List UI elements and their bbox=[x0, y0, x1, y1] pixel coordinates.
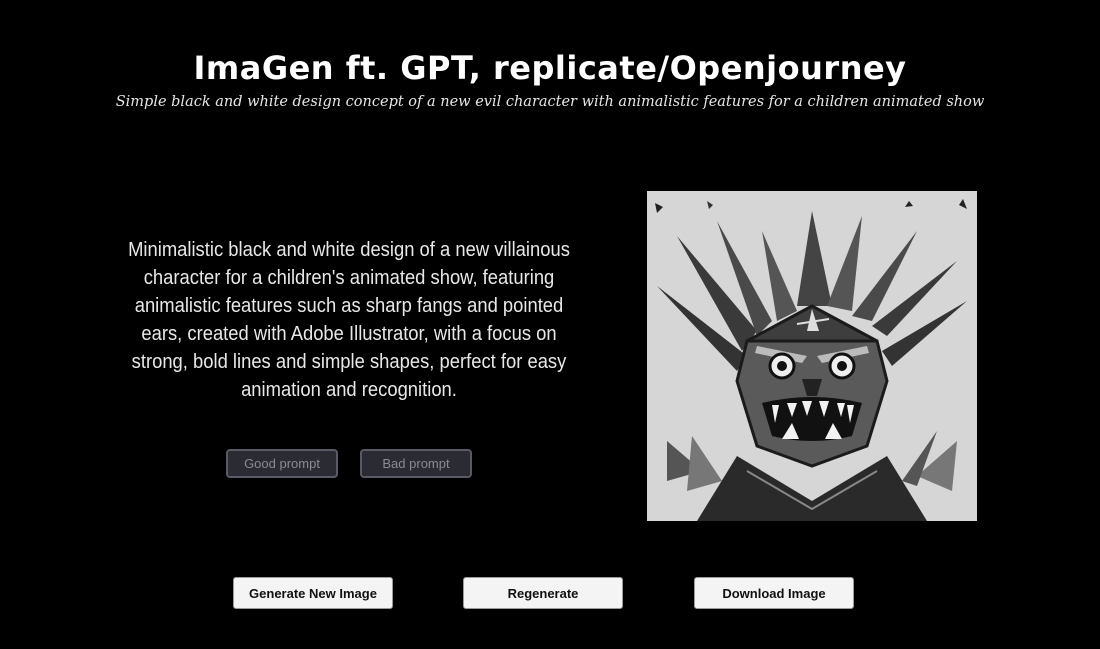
generated-image bbox=[647, 191, 977, 521]
page-subtitle: Simple black and white design concept of… bbox=[115, 94, 985, 110]
download-image-button[interactable]: Download Image bbox=[694, 577, 854, 609]
bad-prompt-button[interactable]: Bad prompt bbox=[360, 449, 472, 478]
page-title: ImaGen ft. GPT, replicate/Openjourney bbox=[193, 49, 907, 87]
generate-new-image-button[interactable]: Generate New Image bbox=[233, 577, 393, 609]
generated-prompt-text: Minimalistic black and white design of a… bbox=[128, 239, 570, 401]
regenerate-button[interactable]: Regenerate bbox=[463, 577, 623, 609]
page-header: ImaGen ft. GPT, replicate/Openjourney Si… bbox=[0, 48, 1100, 114]
good-prompt-button[interactable]: Good prompt bbox=[226, 449, 338, 478]
